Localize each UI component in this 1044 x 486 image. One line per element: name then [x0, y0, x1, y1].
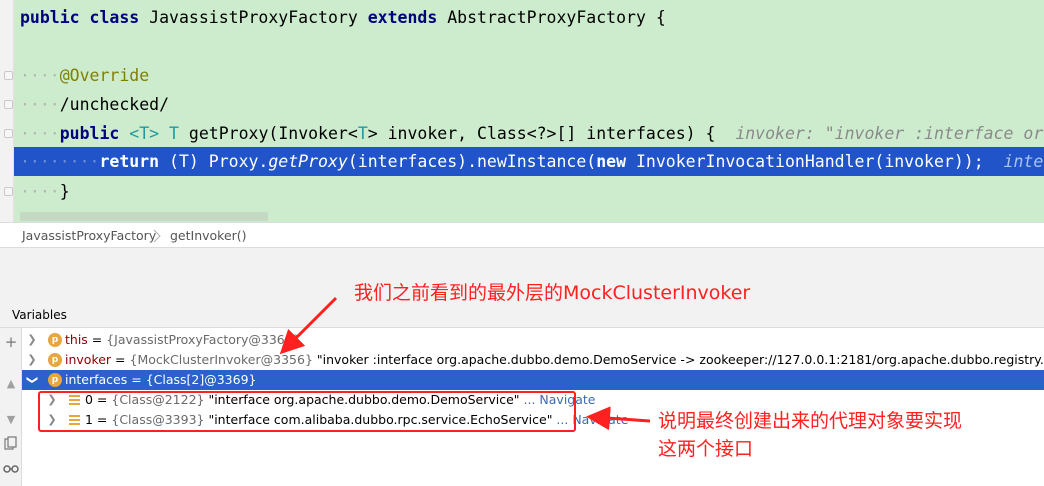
- annotation-top: 我们之前看到的最外层的MockClusterInvoker: [354, 282, 751, 304]
- fold-icon[interactable]: [4, 100, 13, 109]
- code-line-annotation: ····@Override: [20, 66, 150, 85]
- chevron-down-icon[interactable]: ❯: [22, 374, 42, 386]
- annotation-right-line1: 说明最终创建出来的代理对象要实现: [658, 410, 963, 432]
- up-arrow-icon[interactable]: ▲: [3, 376, 19, 392]
- breadcrumb-separator-icon: [153, 229, 161, 243]
- annotation-right-line2: 这两个接口: [658, 438, 754, 460]
- fold-icon[interactable]: [4, 187, 13, 196]
- breadcrumb: JavassistProxyFactory getInvoker(): [0, 222, 1044, 248]
- current-execution-line: ········return (T) Proxy.getProxy(interf…: [14, 147, 1044, 176]
- fold-icon[interactable]: [4, 71, 13, 80]
- code-line-close-brace: ····}: [20, 182, 70, 201]
- variables-toolbar: + ▲ ▼: [0, 328, 22, 486]
- chevron-right-icon[interactable]: ❯: [26, 350, 38, 370]
- variable-row-interfaces[interactable]: ❯ p interfaces = {Class[2]@3369}: [22, 370, 1044, 390]
- variable-row-invoker[interactable]: ❯ p invoker = {MockClusterInvoker@3356} …: [22, 350, 1044, 370]
- highlight-box: [38, 391, 576, 432]
- chevron-right-icon[interactable]: ❯: [26, 330, 38, 350]
- field-icon: p: [48, 353, 62, 367]
- variable-text: interfaces = {Class[2]@3369}: [65, 372, 257, 387]
- watch-icon[interactable]: [3, 462, 19, 478]
- variables-title: Variables: [12, 308, 67, 322]
- code-editor[interactable]: public class JavassistProxyFactory exten…: [0, 0, 1044, 222]
- code-line-return: ········return (T) Proxy.getProxy(interf…: [20, 152, 1044, 171]
- add-icon[interactable]: +: [3, 334, 19, 350]
- editor-gutter: [0, 0, 14, 222]
- inline-debug-hint: invoker: "invoker :interface or: [735, 124, 1044, 143]
- code-line-comment: ····/unchecked/: [20, 95, 170, 114]
- variable-row-this[interactable]: ❯ p this = {JavassistProxyFactory@3368}: [22, 330, 1044, 350]
- field-icon: p: [48, 373, 62, 387]
- down-arrow-icon[interactable]: ▼: [3, 412, 19, 428]
- fold-icon[interactable]: [4, 129, 13, 138]
- code-line-method-declaration: ····public <T> T getProxy(Invoker<T> inv…: [20, 124, 1044, 143]
- breadcrumb-class[interactable]: JavassistProxyFactory: [22, 228, 156, 243]
- code-line-class-declaration: public class JavassistProxyFactory exten…: [20, 8, 666, 27]
- breadcrumb-method[interactable]: getInvoker(): [170, 228, 247, 243]
- field-icon: p: [48, 333, 62, 347]
- horizontal-scrollbar[interactable]: [20, 212, 268, 221]
- variable-text: this = {JavassistProxyFactory@3368}: [65, 332, 301, 347]
- variable-text: invoker = {MockClusterInvoker@3356} "inv…: [65, 352, 1044, 367]
- inline-debug-hint: inte: [1003, 152, 1044, 171]
- copy-icon[interactable]: [3, 436, 19, 452]
